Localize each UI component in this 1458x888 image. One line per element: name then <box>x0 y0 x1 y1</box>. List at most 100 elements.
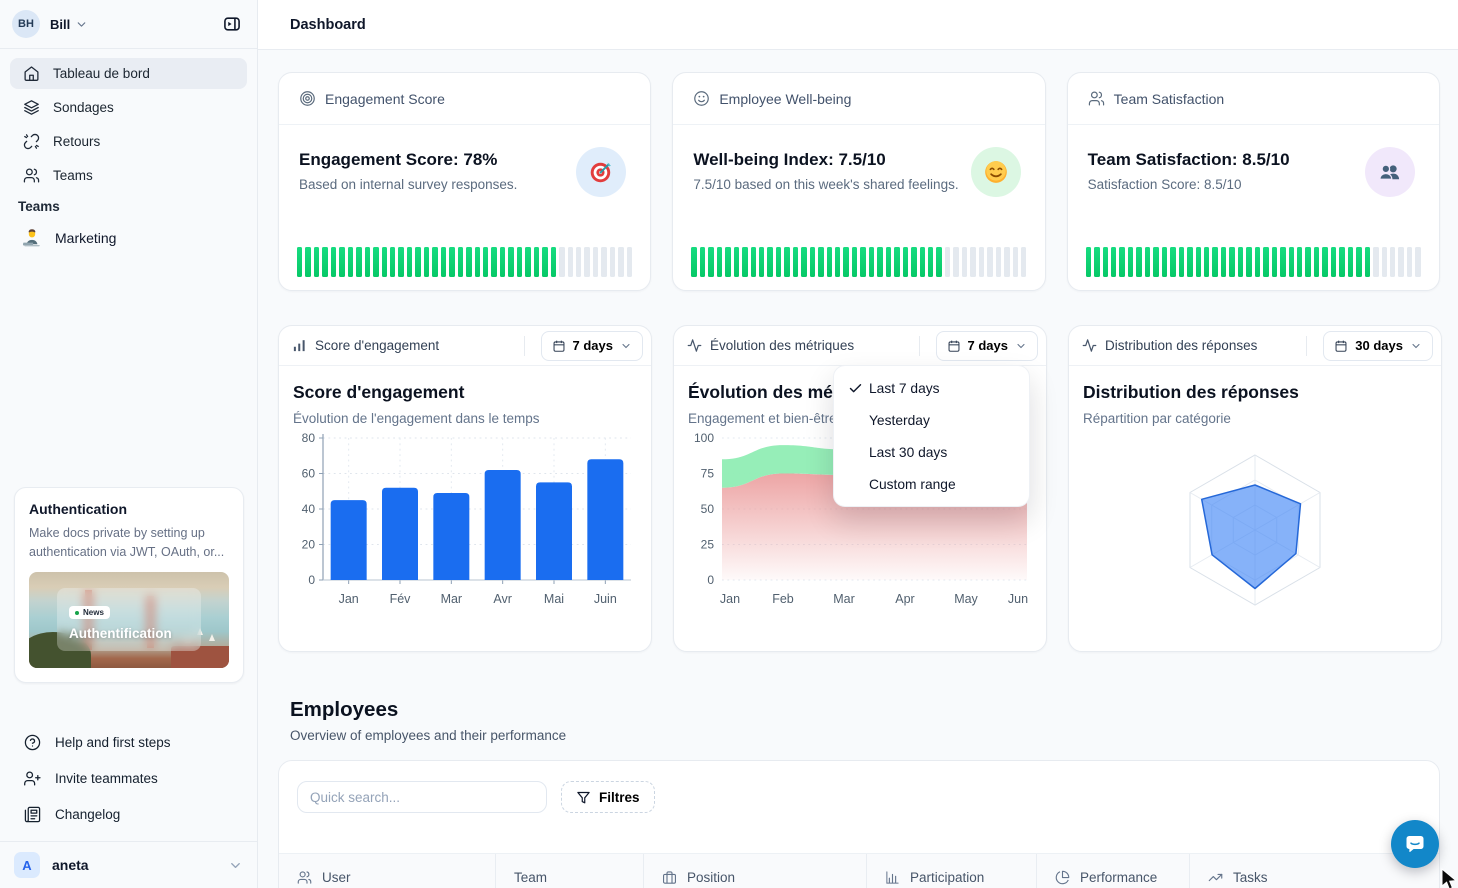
workspace-name: Bill <box>50 17 70 32</box>
engagement-score-card: Engagement Score Engagement Score: 78% B… <box>278 72 651 291</box>
chevron-down-icon <box>228 858 243 873</box>
sidebar-item-sondages[interactable]: Sondages <box>10 92 247 123</box>
progress-bar <box>297 247 632 277</box>
target-emoji <box>576 147 626 197</box>
employees-subtitle: Overview of employees and their performa… <box>290 728 566 743</box>
chevron-down-icon <box>75 18 88 31</box>
authentication-promo-card[interactable]: Authentication Make docs private by sett… <box>14 487 244 683</box>
topbar: Dashboard <box>258 0 1458 50</box>
bar-chart-icon <box>885 870 900 885</box>
funnel-icon <box>576 790 591 805</box>
calendar-icon <box>552 339 566 353</box>
svg-text:20: 20 <box>302 538 316 552</box>
table-header-row: User Team Position Participation Perform… <box>279 853 1439 888</box>
footer-item-label: Help and first steps <box>55 735 171 750</box>
svg-text:Feb: Feb <box>772 592 794 606</box>
trending-up-icon <box>1208 870 1223 885</box>
sidebar-item-tableau-de-bord[interactable]: Tableau de bord <box>10 58 247 89</box>
menu-item-custom-range[interactable]: Custom range <box>834 468 1029 500</box>
promo-overlay-title: Authentification <box>69 626 189 641</box>
stat-card-header: Team Satisfaction <box>1068 73 1439 125</box>
stat-card-header-label: Team Satisfaction <box>1114 91 1225 107</box>
sidebar-item-label: Tableau de bord <box>53 66 150 81</box>
promo-image: News Authentification <box>29 572 229 668</box>
promo-body: Make docs private by setting up authenti… <box>29 524 229 562</box>
chevron-down-icon <box>620 340 632 352</box>
divider <box>919 336 920 356</box>
team-item-label: Marketing <box>55 230 116 246</box>
unlink-icon <box>23 133 40 150</box>
sidebar-nav: Tableau de bord Sondages Retours Teams <box>10 58 247 194</box>
chart-card-header: Distribution des réponses 30 days <box>1069 326 1441 366</box>
chart-card-header: Score d'engagement 7 days <box>279 326 651 366</box>
sidebar-footer: Help and first steps Invite teammates Ch… <box>0 724 257 832</box>
sidebar-item-help[interactable]: Help and first steps <box>0 724 257 760</box>
menu-item-last-30-days[interactable]: Last 30 days <box>834 436 1029 468</box>
people-emoji <box>1365 147 1415 197</box>
account-switcher[interactable]: A aneta <box>0 841 257 888</box>
sidebar-item-label: Sondages <box>53 100 114 115</box>
sidebar-item-changelog[interactable]: Changelog <box>0 796 257 832</box>
users-icon <box>1088 90 1105 107</box>
sidebar-item-retours[interactable]: Retours <box>10 126 247 157</box>
panel-collapse-icon <box>222 14 242 34</box>
progress-bar <box>1086 247 1421 277</box>
pie-chart-icon <box>1055 870 1070 885</box>
news-badge: News <box>69 606 110 619</box>
footer-item-label: Changelog <box>55 807 120 822</box>
wellbeing-card: Employee Well-being Well-being Index: 7.… <box>672 72 1045 291</box>
time-range-button[interactable]: 7 days <box>936 331 1038 361</box>
collapse-sidebar-button[interactable] <box>219 11 245 37</box>
progress-bar <box>691 247 1026 277</box>
svg-text:May: May <box>954 592 978 606</box>
response-distribution-card: Distribution des réponses 30 days Distri… <box>1068 325 1442 652</box>
chevron-down-icon <box>1015 340 1027 352</box>
layers-icon <box>23 99 40 116</box>
target-icon <box>299 90 316 107</box>
mouse-cursor <box>1440 868 1458 888</box>
menu-item-yesterday[interactable]: Yesterday <box>834 404 1029 436</box>
svg-text:Mar: Mar <box>441 592 463 606</box>
radar-chart <box>1083 426 1427 631</box>
sidebar-item-label: Teams <box>53 168 93 183</box>
svg-text:75: 75 <box>701 467 715 481</box>
help-circle-icon <box>24 734 41 751</box>
engagement-chart-card: Score d'engagement 7 days Score d'engage… <box>278 325 652 652</box>
svg-text:Apr: Apr <box>895 592 914 606</box>
svg-text:Jan: Jan <box>339 592 359 606</box>
teams-section-label: Teams <box>18 199 60 214</box>
smile-emoji <box>971 147 1021 197</box>
svg-text:Fév: Fév <box>390 592 412 606</box>
stat-card-header-label: Engagement Score <box>325 91 445 107</box>
chart-header-label: Score d'engagement <box>315 338 439 353</box>
chat-launcher-button[interactable] <box>1391 820 1439 868</box>
dashboard-page: BH Bill Tableau de bord Sondages <box>0 0 1458 888</box>
column-header-position[interactable]: Position <box>644 854 867 888</box>
user-plus-icon <box>24 770 41 787</box>
smile-icon <box>693 90 710 107</box>
time-range-button[interactable]: 7 days <box>541 331 643 361</box>
chart-title: Distribution des réponses <box>1083 382 1427 403</box>
employees-title: Employees <box>290 698 398 722</box>
search-input[interactable] <box>297 781 547 813</box>
sidebar-item-teams[interactable]: Teams <box>10 160 247 191</box>
team-satisfaction-card: Team Satisfaction Team Satisfaction: 8.5… <box>1067 72 1440 291</box>
column-header-user[interactable]: User <box>279 854 496 888</box>
column-header-participation[interactable]: Participation <box>867 854 1037 888</box>
svg-text:80: 80 <box>302 431 316 445</box>
check-icon <box>848 381 869 396</box>
filters-button[interactable]: Filtres <box>561 781 655 813</box>
technologist-emoji <box>22 228 42 248</box>
column-header-performance[interactable]: Performance <box>1037 854 1190 888</box>
sidebar-item-invite[interactable]: Invite teammates <box>0 760 257 796</box>
svg-text:0: 0 <box>308 573 315 587</box>
workspace-switcher[interactable]: BH Bill <box>0 0 257 49</box>
sidebar-item-marketing[interactable]: Marketing <box>10 222 247 253</box>
column-header-team[interactable]: Team <box>496 854 644 888</box>
menu-item-last-7-days[interactable]: Last 7 days <box>834 372 1029 404</box>
workspace-avatar: BH <box>12 10 40 38</box>
svg-text:Juin: Juin <box>594 592 617 606</box>
stat-cards-row: Engagement Score Engagement Score: 78% B… <box>278 72 1440 291</box>
sidebar: BH Bill Tableau de bord Sondages <box>0 0 258 888</box>
time-range-button[interactable]: 30 days <box>1323 331 1433 361</box>
